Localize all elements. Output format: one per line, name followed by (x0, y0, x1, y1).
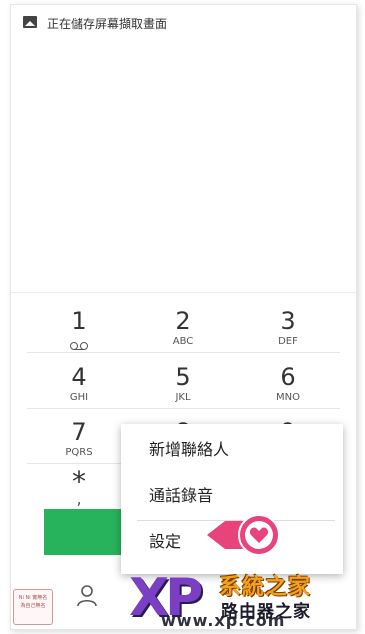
image-icon (23, 16, 37, 28)
key-3[interactable]: 3 DEF (236, 297, 340, 352)
keypad-row: 1 2 ABC 3 DEF (27, 297, 340, 353)
stamp-line: Ni Ni 實無名 (18, 595, 48, 601)
key-letters: , (76, 489, 82, 508)
contacts-icon[interactable] (75, 583, 99, 607)
key-digit: 6 (280, 363, 296, 391)
key-6[interactable]: 6 MNO (236, 353, 340, 408)
key-digit: 1 (71, 307, 87, 335)
heart-pointer-icon (207, 514, 280, 556)
key-letters: ABC (172, 336, 194, 347)
key-letters: MNO (276, 392, 300, 403)
key-letters: DEF (278, 336, 298, 347)
key-digit: 4 (71, 363, 87, 391)
key-7[interactable]: 7 PQRS (27, 408, 131, 463)
watermark-url: www.xp.com (161, 611, 286, 630)
status-bar: 正在儲存屏幕擷取畫面 (11, 5, 356, 43)
key-letters: PQRS (65, 447, 93, 458)
menu-item-call-recording[interactable]: 通話錄音 (121, 476, 343, 516)
author-stamp: Ni Ni 實無名 為自己無名 (13, 589, 53, 625)
screenshot-saving-message: 正在儲存屏幕擷取畫面 (47, 17, 168, 31)
key-digit: 3 (280, 307, 296, 335)
key-5[interactable]: 5 JKL (131, 353, 235, 408)
key-4[interactable]: 4 GHI (27, 353, 131, 408)
key-digit: 7 (71, 418, 87, 446)
key-digit: 5 (175, 363, 191, 391)
key-2[interactable]: 2 ABC (131, 297, 235, 352)
key-letters: GHI (69, 392, 89, 403)
stamp-line: 為自己無名 (20, 603, 46, 609)
key-1[interactable]: 1 (27, 297, 131, 352)
menu-item-new-contact[interactable]: 新增聯絡人 (121, 430, 343, 470)
voicemail-icon (70, 342, 88, 350)
key-letters: JKL (175, 392, 191, 403)
call-button[interactable] (44, 509, 124, 555)
keypad-row: 4 GHI 5 JKL 6 MNO (27, 353, 340, 409)
key-digit: 2 (175, 307, 191, 335)
phone-screen: 正在儲存屏幕擷取畫面 1 2 ABC 3 DEF 4 GHI 5 JKL 6 M… (10, 4, 357, 630)
